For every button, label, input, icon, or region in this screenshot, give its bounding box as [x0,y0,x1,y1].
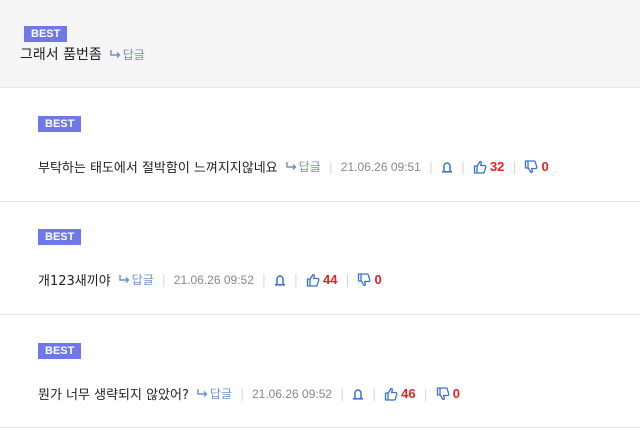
reply-link[interactable]: 답글 [118,271,154,288]
timestamp: 21.06.26 09:52 [173,272,254,287]
like-button[interactable]: 32 [473,159,504,174]
comment-text: 그래서 품번좀 [20,47,102,63]
reply-arrow-icon [110,49,121,58]
like-button[interactable]: 46 [384,386,416,401]
reply-label: 답글 [122,47,145,62]
comment-text: 개123새끼야 [38,274,111,289]
comment-text: 뭔가 너무 생략되지 않았어? [38,388,189,403]
divider: | [423,386,428,401]
timestamp: 21.06.26 09:52 [252,386,333,401]
thumbs-down-icon [525,159,538,173]
like-button[interactable]: 44 [306,272,337,287]
reply-comment: BEST 부탁하는 태도에서 절박함이 느껴지지않네요 답글 | 21.06.2… [0,89,640,202]
best-badge: BEST [24,26,68,42]
reply-comment-body: 뭔가 너무 생략되지 않았어? 답글 | 21.06.26 09:52 | | … [38,384,460,403]
thumbs-up-icon [473,160,487,174]
report-bell-icon [441,161,452,173]
divider: | [340,386,345,401]
dislike-button[interactable]: 0 [524,159,549,174]
report-button[interactable] [352,388,364,400]
divider: | [460,159,465,174]
divider: | [345,272,350,287]
divider: | [293,272,298,287]
thumbs-up-icon [306,273,320,287]
like-count: 44 [322,272,338,287]
reply-arrow-icon [118,275,130,283]
reply-arrow-icon [285,162,297,170]
report-bell-icon [274,274,285,286]
parent-comment-body: 그래서 품번좀 답글 [20,44,145,64]
reply-comment-body: 개123새끼야 답글 | 21.06.26 09:52 | | 44 | 0 [38,270,382,289]
dislike-count: 0 [374,272,382,287]
best-badge: BEST [38,229,82,245]
like-count: 46 [401,386,416,401]
report-button[interactable] [274,274,286,286]
parent-comment: BEST 그래서 품번좀 답글 [0,0,640,88]
reply-comment-body: 부탁하는 태도에서 절박함이 느껴지지않네요 답글 | 21.06.26 09:… [38,157,549,176]
dislike-button[interactable]: 0 [436,386,460,401]
divider: | [428,159,433,174]
reply-label: 답글 [209,387,232,401]
reply-link[interactable]: 답글 [285,158,321,175]
divider: | [328,159,333,174]
thumbs-down-icon [436,386,450,400]
reply-comment: BEST 뭔가 너무 생략되지 않았어? 답글 | 21.06.26 09:52… [0,315,640,428]
reply-arrow-icon [197,389,208,397]
divider: | [161,272,166,287]
divider: | [261,272,266,287]
divider: | [239,386,244,401]
best-badge: BEST [38,343,82,359]
timestamp: 21.06.26 09:51 [340,159,421,174]
reply-link[interactable]: 답글 [110,46,145,63]
dislike-count: 0 [541,159,549,174]
reply-label: 답글 [131,273,154,287]
reply-label: 답글 [298,160,321,174]
report-button[interactable] [441,161,453,173]
like-count: 32 [489,159,505,174]
divider: | [372,386,377,401]
reply-comment: BEST 개123새끼야 답글 | 21.06.26 09:52 | | 44 … [0,202,640,315]
divider: | [512,159,517,174]
comment-text: 부탁하는 태도에서 절박함이 느껴지지않네요 [38,161,278,176]
report-bell-icon [353,388,364,400]
best-badge: BEST [38,116,82,132]
reply-link[interactable]: 답글 [197,385,232,402]
thumbs-down-icon [358,272,371,286]
thumbs-up-icon [385,387,398,401]
dislike-count: 0 [452,386,460,401]
dislike-button[interactable]: 0 [357,272,382,287]
